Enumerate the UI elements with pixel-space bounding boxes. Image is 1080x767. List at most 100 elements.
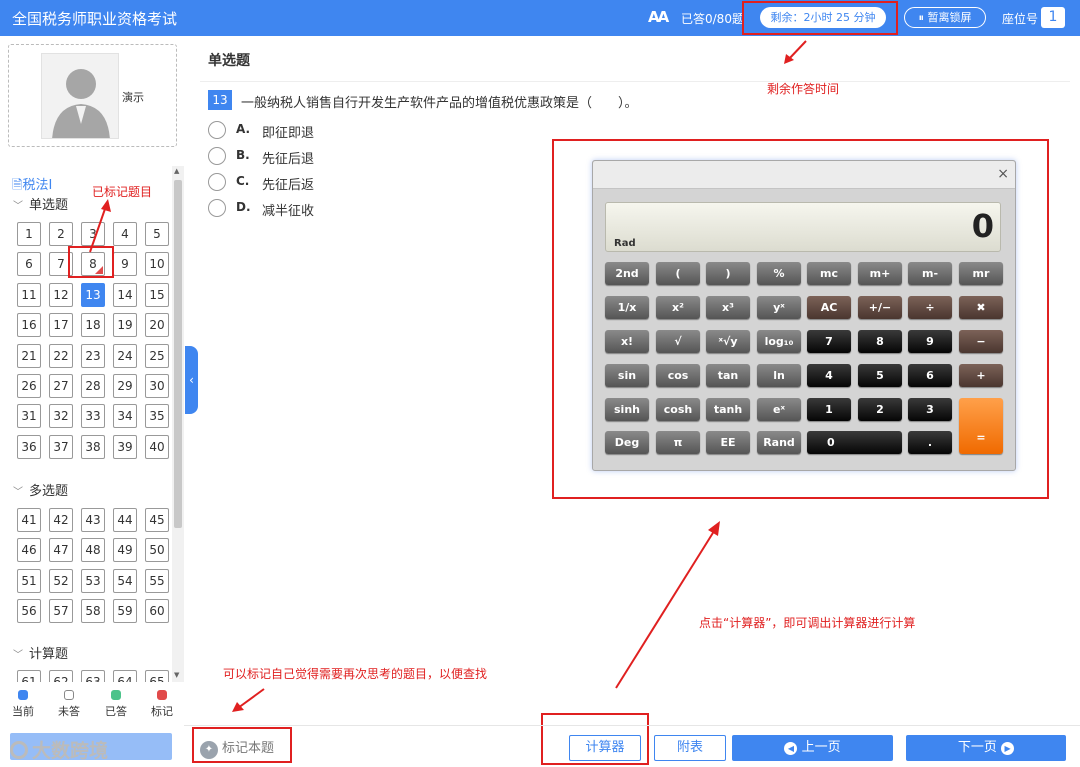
answered-count: 已答0/80题 xyxy=(681,12,744,26)
question-number-button[interactable]: 20 xyxy=(145,313,169,338)
question-number-button[interactable]: 24 xyxy=(113,343,137,368)
question-number-button[interactable]: 40 xyxy=(145,434,169,459)
question-number-button[interactable]: 36 xyxy=(17,434,41,459)
question-number-button[interactable]: 25 xyxy=(145,343,169,368)
question-number-button[interactable]: 33 xyxy=(81,404,105,429)
question-number-button[interactable]: 37 xyxy=(49,434,73,459)
question-number-button[interactable]: 44 xyxy=(113,508,137,532)
question-number-button[interactable]: 41 xyxy=(17,508,41,532)
answer-option[interactable]: D. 减半征收 xyxy=(208,198,408,219)
question-number-button[interactable]: 51 xyxy=(17,568,41,593)
question-number-button[interactable]: 5 xyxy=(145,222,169,246)
prev-page-button[interactable]: ◀ 上一页 xyxy=(732,735,893,761)
radio-button[interactable] xyxy=(208,199,226,217)
pause-lock-button[interactable]: ⏸ 暂离锁屏 xyxy=(904,7,986,28)
mark-question-button[interactable]: ✦ 标记本题 xyxy=(200,737,274,759)
annotation-box-timer xyxy=(742,1,898,35)
question-number-button[interactable]: 21 xyxy=(17,343,41,368)
question-number-button[interactable]: 4 xyxy=(113,222,137,246)
question-number-button[interactable]: 16 xyxy=(17,313,41,338)
question-number-button[interactable]: 29 xyxy=(113,374,137,398)
question-number-button[interactable]: 58 xyxy=(81,599,105,624)
avatar xyxy=(41,53,119,139)
question-number-button[interactable]: 39 xyxy=(113,434,137,459)
radio-button[interactable] xyxy=(208,147,226,165)
question-number-button[interactable]: 61 xyxy=(17,670,41,682)
question-number-button[interactable]: 57 xyxy=(49,599,73,624)
question-number-button[interactable]: 13 xyxy=(81,282,105,307)
answer-option[interactable]: B. 先征后退 xyxy=(208,146,408,167)
question-number-button[interactable]: 45 xyxy=(145,508,169,532)
question-number-button[interactable]: 22 xyxy=(49,343,73,368)
question-number-button[interactable]: 34 xyxy=(113,404,137,429)
collapse-sidebar-button[interactable]: ‹ xyxy=(185,346,198,414)
question-number-button[interactable]: 56 xyxy=(17,599,41,624)
appendix-button[interactable]: 附表 xyxy=(654,735,726,761)
question-number-button[interactable]: 27 xyxy=(49,374,73,398)
radio-button[interactable] xyxy=(208,173,226,191)
pin-icon: ✦ xyxy=(200,741,218,759)
question-number-button[interactable]: 55 xyxy=(145,568,169,593)
question-number-button[interactable]: 30 xyxy=(145,374,169,398)
section-title[interactable]: ﹀ 计算题 xyxy=(13,643,68,662)
question-number-button[interactable]: 18 xyxy=(81,313,105,338)
question-number-button[interactable]: 23 xyxy=(81,343,105,368)
legend-item: 当前 xyxy=(6,690,40,719)
calculator-button[interactable]: 计算器 xyxy=(569,735,641,761)
question-number-button[interactable]: 31 xyxy=(17,404,41,429)
scroll-up-icon[interactable]: ▲ xyxy=(174,167,179,175)
font-size-icon[interactable]: AA xyxy=(648,8,669,26)
question-number-button[interactable]: 26 xyxy=(17,374,41,398)
question-number-button[interactable]: 48 xyxy=(81,538,105,563)
question-number-button[interactable]: 12 xyxy=(49,282,73,307)
question-number-button[interactable]: 28 xyxy=(81,374,105,398)
question-number-button[interactable]: 42 xyxy=(49,508,73,532)
question-number-button[interactable]: 32 xyxy=(49,404,73,429)
question-number-button[interactable]: 19 xyxy=(113,313,137,338)
answer-option[interactable]: C. 先征后返 xyxy=(208,172,408,193)
section-title[interactable]: ﹀ 单选题 xyxy=(13,194,68,213)
question-number-button[interactable]: 59 xyxy=(113,599,137,624)
question-number-button[interactable]: 62 xyxy=(49,670,73,682)
document-icon: 🗎 xyxy=(12,178,23,193)
question-number-button[interactable]: 47 xyxy=(49,538,73,563)
annotation-box-calculator xyxy=(552,139,1049,499)
brand-watermark: 大数跨境 xyxy=(10,736,108,763)
question-number-button[interactable]: 54 xyxy=(113,568,137,593)
question-number-button[interactable]: 11 xyxy=(17,282,41,307)
question-number-button[interactable]: 10 xyxy=(145,252,169,277)
question-number-button[interactable]: 38 xyxy=(81,434,105,459)
question-number-button[interactable]: 14 xyxy=(113,282,137,307)
arrow-right-icon: ▶ xyxy=(1001,742,1015,755)
question-number-button[interactable]: 1 xyxy=(17,222,41,246)
question-number-button[interactable]: 9 xyxy=(113,252,137,277)
next-page-button[interactable]: 下一页 ▶ xyxy=(906,735,1066,761)
legend-swatch xyxy=(18,690,28,700)
chevron-down-icon: ﹀ xyxy=(13,650,23,661)
question-number-button[interactable]: 2 xyxy=(49,222,73,246)
question-number-button[interactable]: 65 xyxy=(145,670,169,682)
question-number-button[interactable]: 49 xyxy=(113,538,137,563)
question-number-button[interactable]: 46 xyxy=(17,538,41,563)
avatar-placeholder-icon xyxy=(52,69,110,138)
section-title[interactable]: ﹀ 多选题 xyxy=(13,480,68,499)
sidebar-scrollbar[interactable]: ▲ ▼ xyxy=(172,166,184,682)
question-number-button[interactable]: 35 xyxy=(145,404,169,429)
question-number-button[interactable]: 43 xyxy=(81,508,105,532)
question-number-button[interactable]: 53 xyxy=(81,568,105,593)
top-bar: 全国税务师职业资格考试 AA 已答0/80题 剩余：2小时 25 分钟 ⏸ 暂离… xyxy=(0,0,1080,36)
radio-button[interactable] xyxy=(208,121,226,139)
exam-title: 全国税务师职业资格考试 xyxy=(12,10,178,28)
question-number-button[interactable]: 17 xyxy=(49,313,73,338)
legend-swatch xyxy=(157,690,167,700)
scrollbar-thumb[interactable] xyxy=(174,180,182,528)
question-number-button[interactable]: 52 xyxy=(49,568,73,593)
question-number-button[interactable]: 6 xyxy=(17,252,41,277)
question-number-button[interactable]: 63 xyxy=(81,670,105,682)
answer-option[interactable]: A. 即征即退 xyxy=(208,120,408,141)
question-number-button[interactable]: 64 xyxy=(113,670,137,682)
question-number-button[interactable]: 50 xyxy=(145,538,169,563)
question-number-button[interactable]: 60 xyxy=(145,599,169,624)
question-number-button[interactable]: 15 xyxy=(145,282,169,307)
scroll-down-icon[interactable]: ▼ xyxy=(174,671,179,679)
